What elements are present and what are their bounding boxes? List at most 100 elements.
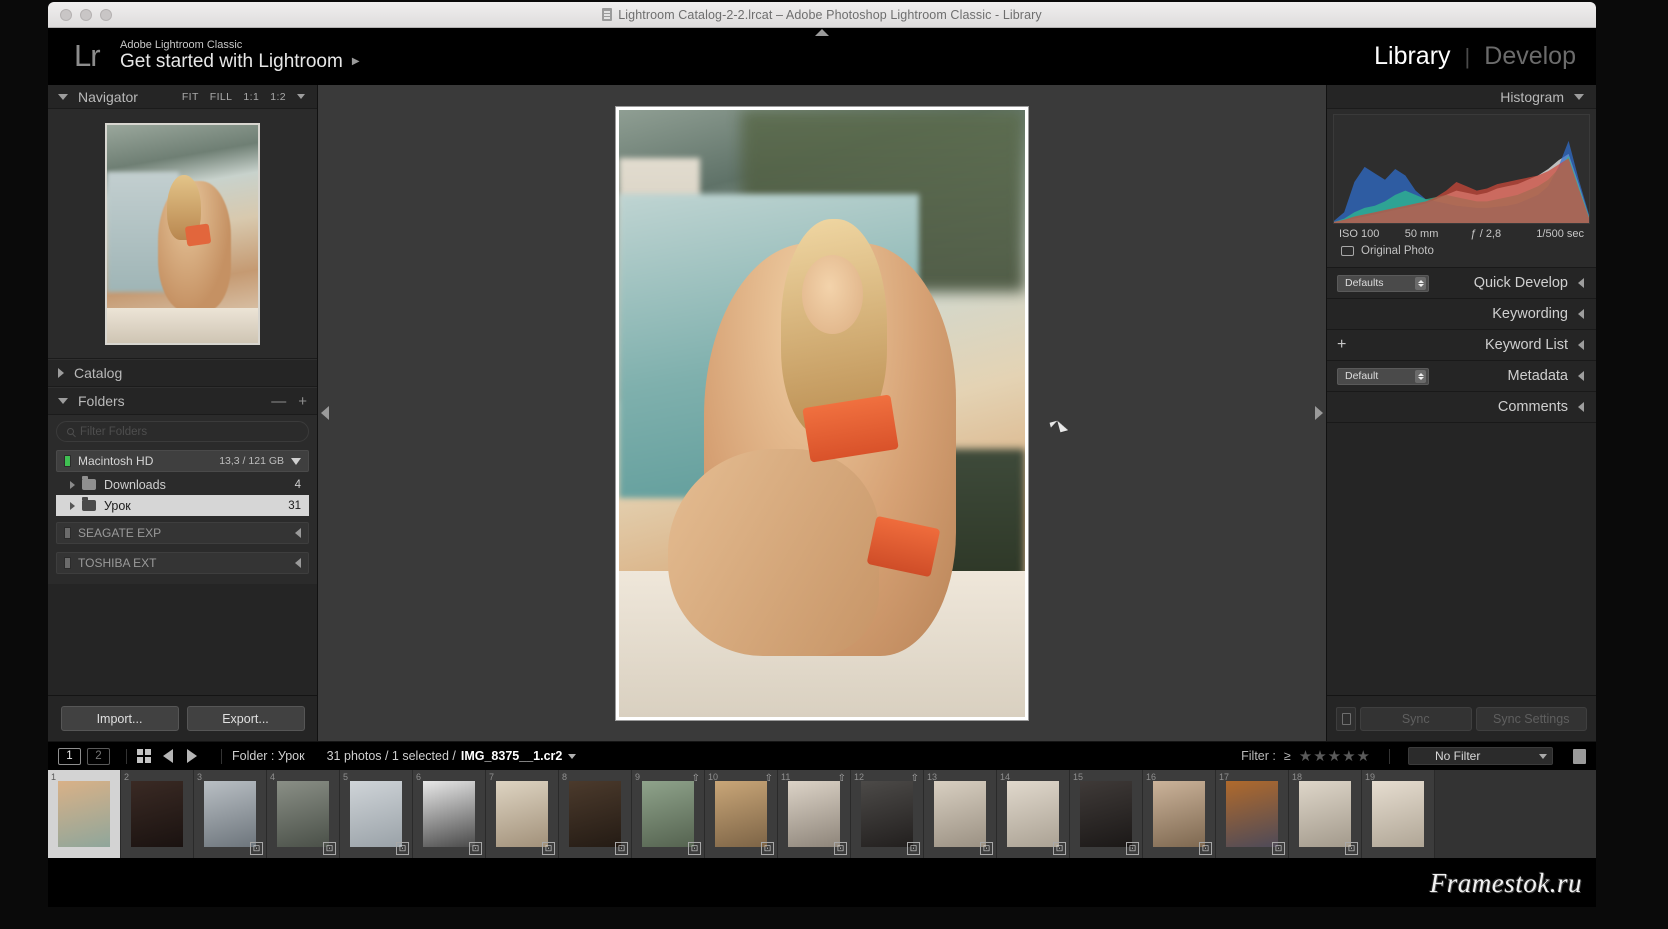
filmstrip-thumbnail[interactable] [569,781,621,847]
chevron-down-icon[interactable] [568,753,577,759]
chevron-down-icon[interactable] [1539,753,1547,759]
folders-actions[interactable]: — + [271,394,307,409]
filmstrip-cell[interactable]: 4 ⊡ [267,770,340,858]
panel-keyword-list[interactable]: + Keyword List [1327,329,1596,360]
triangle-left-icon[interactable] [1578,340,1584,350]
crop-badge-icon[interactable]: ⊡ [250,842,263,855]
triangle-left-icon[interactable] [1578,278,1584,288]
zoom-fill[interactable]: FILL [210,91,233,103]
triangle-left-icon[interactable] [1578,371,1584,381]
filmstrip-thumbnail[interactable] [861,781,913,847]
crop-badge-icon[interactable]: ⊡ [469,842,482,855]
filter-operator[interactable]: ≥ [1284,749,1291,763]
crop-badge-icon[interactable]: ⊡ [907,842,920,855]
folder-item-downloads[interactable]: Downloads 4 [56,474,309,495]
lock-icon[interactable] [1573,748,1586,764]
volume-toshiba-ext[interactable]: TOSHIBA EXT [56,552,309,574]
grid-view-icon[interactable] [137,749,151,763]
chevron-down-icon[interactable] [297,94,305,99]
filmstrip-cell[interactable]: 12 ⇧ ⊡ [851,770,924,858]
filmstrip-thumbnail[interactable] [1007,781,1059,847]
panel-comments[interactable]: Comments [1327,391,1596,422]
filmstrip-thumbnail[interactable] [423,781,475,847]
filmstrip-thumbnail[interactable] [350,781,402,847]
stepper-icon[interactable] [1415,276,1426,290]
folder-filter-input[interactable]: Filter Folders [56,421,309,442]
catalog-header[interactable]: Catalog [48,359,317,387]
crop-badge-icon[interactable]: ⊡ [542,842,555,855]
crop-badge-icon[interactable]: ⊡ [1053,842,1066,855]
panel-keywording[interactable]: Keywording [1327,298,1596,329]
filmstrip-cell[interactable]: 9 ⇧ ⊡ [632,770,705,858]
crop-badge-icon[interactable]: ⊡ [1345,842,1358,855]
triangle-down-icon[interactable] [58,398,68,404]
disclosure-triangle-icon[interactable] [70,501,75,510]
filmstrip-cell[interactable]: 11 ⇧ ⊡ [778,770,851,858]
identity-title[interactable]: Get started with Lightroom ▶ [120,52,360,73]
filmstrip-cell[interactable]: 15 ⊡ [1070,770,1143,858]
volume-seagate-exp[interactable]: SEAGATE EXP [56,522,309,544]
back-arrow-icon[interactable] [163,749,173,763]
sync-button[interactable]: Sync [1360,706,1472,731]
filmstrip-thumbnail[interactable] [1299,781,1351,847]
volume-macintosh-hd[interactable]: Macintosh HD 13,3 / 121 GB [56,450,309,472]
navigator-preview[interactable] [48,109,317,359]
filmstrip-thumbnail[interactable] [934,781,986,847]
crop-badge-icon[interactable]: ⊡ [615,842,628,855]
filmstrip[interactable]: 1 2 3 ⊡ 4 ⊡ 5 ⊡ 6 ⊡ 7 ⊡ 8 ⊡ 9 ⇧ ⊡ 10 ⇧ ⊡ 11 ⇧ ⊡ 12 ⇧ ⊡ 13 ⊡ 14 ⊡ 15 ⊡ 16… [48,770,1596,858]
chevron-right-icon[interactable]: ▶ [352,56,360,68]
crop-badge-icon[interactable]: ⊡ [1126,842,1139,855]
filmstrip-cell[interactable]: 19 [1362,770,1435,858]
zoom-1-1[interactable]: 1:1 [243,91,259,103]
triangle-down-icon[interactable] [58,93,68,100]
filmstrip-thumbnail[interactable] [715,781,767,847]
import-button[interactable]: Import... [60,706,179,731]
filmstrip-thumbnail[interactable] [1153,781,1205,847]
crop-badge-icon[interactable]: ⊡ [1272,842,1285,855]
filmstrip-cell[interactable]: 7 ⊡ [486,770,559,858]
export-button[interactable]: Export... [186,706,305,731]
filmstrip-thumbnail[interactable] [204,781,256,847]
filmstrip-thumbnail[interactable] [1226,781,1278,847]
module-develop[interactable]: Develop [1484,42,1576,71]
top-panel-collapse-icon[interactable] [815,29,829,36]
crop-badge-icon[interactable]: ⊡ [834,842,847,855]
screen-one-button[interactable]: 1 [58,747,81,765]
filmstrip-cell[interactable]: 1 [48,770,121,858]
module-picker[interactable]: Library | Develop [1374,42,1576,71]
filmstrip-cell[interactable]: 5 ⊡ [340,770,413,858]
module-library[interactable]: Library [1374,42,1450,71]
triangle-left-icon[interactable] [295,558,301,568]
forward-arrow-icon[interactable] [187,749,197,763]
triangle-left-icon[interactable] [1578,402,1584,412]
filmstrip-thumbnail[interactable] [58,781,110,847]
filmstrip-cell[interactable]: 17 ⊡ [1216,770,1289,858]
crop-badge-icon[interactable]: ⊡ [980,842,993,855]
triangle-left-icon[interactable] [1578,309,1584,319]
filmstrip-thumbnail[interactable] [788,781,840,847]
panel-quick-develop[interactable]: Defaults Quick Develop [1327,267,1596,298]
triangle-left-icon[interactable] [295,528,301,538]
zoom-1-2[interactable]: 1:2 [270,91,286,103]
navigator-zoom-options[interactable]: FIT FILL 1:1 1:2 [182,91,305,103]
sync-settings-button[interactable]: Sync Settings [1475,706,1587,731]
remove-folder-button[interactable]: — [271,394,286,409]
filmstrip-cell[interactable]: 6 ⊡ [413,770,486,858]
filmstrip-thumbnail[interactable] [642,781,694,847]
histogram-chart[interactable] [1333,114,1590,224]
metadata-preset-select[interactable]: Default [1337,367,1429,385]
triangle-down-icon[interactable] [1574,93,1584,100]
filmstrip-thumbnail[interactable] [131,781,183,847]
main-photo[interactable] [619,109,1025,717]
folder-item-urok[interactable]: Урок 31 [56,495,309,516]
crop-badge-icon[interactable]: ⊡ [688,842,701,855]
disclosure-triangle-icon[interactable] [70,480,75,489]
histogram-header[interactable]: Histogram [1327,85,1596,109]
original-photo-row[interactable]: Original Photo [1333,240,1590,264]
filmstrip-cell[interactable]: 2 [121,770,194,858]
rating-stars[interactable]: ★★★★★ [1299,747,1371,765]
crop-badge-icon[interactable]: ⊡ [396,842,409,855]
filmstrip-cell[interactable]: 13 ⊡ [924,770,997,858]
filmstrip-cell[interactable]: 8 ⊡ [559,770,632,858]
auto-sync-toggle[interactable] [1336,706,1356,731]
